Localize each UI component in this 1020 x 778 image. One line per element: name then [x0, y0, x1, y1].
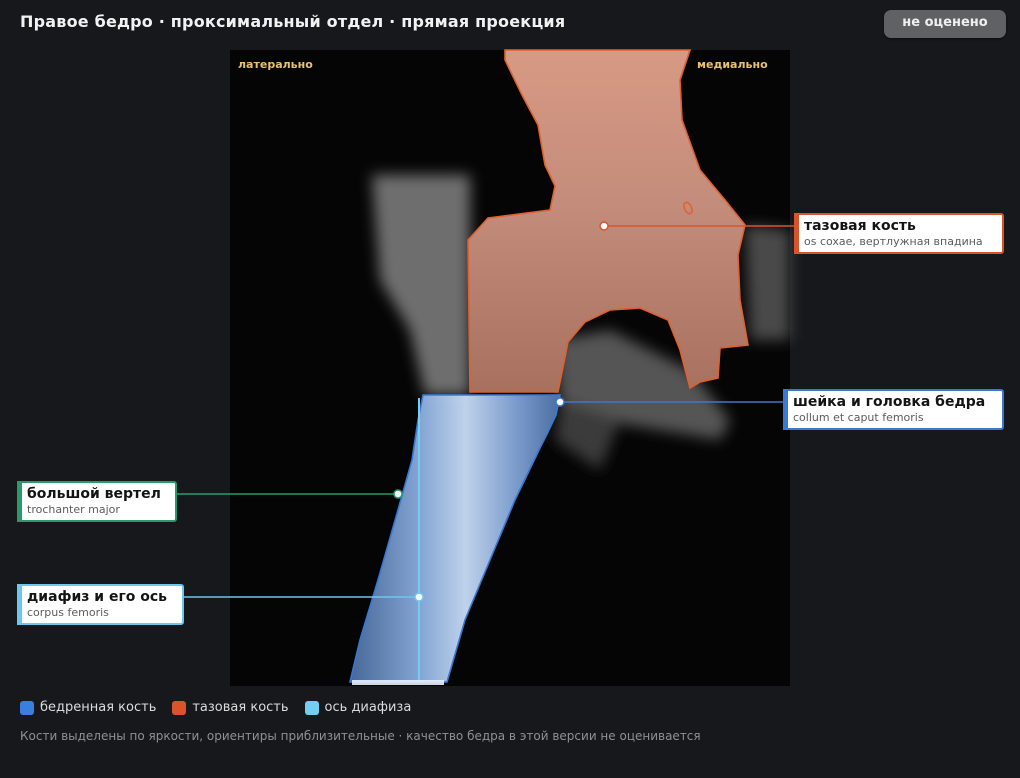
femur-swatch: [20, 700, 34, 715]
neck-landmark[interactable]: [555, 397, 565, 407]
trochanter-landmark[interactable]: [393, 489, 403, 499]
orientation-medial: медиально: [697, 58, 768, 71]
callout-neck[interactable]: шейка и головка бедра collum et caput fe…: [783, 389, 1004, 430]
callout-neck-latin: collum et caput femoris: [793, 411, 924, 424]
legend-item-axis: ось диафиза: [304, 700, 412, 715]
callout-pelvis-name: тазовая кость: [804, 218, 916, 234]
callout-trochanter[interactable]: большой вертел trochanter major: [17, 481, 177, 522]
legend-item-pelvis: тазовая кость: [172, 700, 289, 715]
legend-label-femur: бедренная кость: [40, 700, 157, 715]
shaft-base: [352, 680, 444, 685]
callout-trochanter-latin: trochanter major: [27, 503, 120, 516]
legend-label-pelvis: тазовая кость: [192, 700, 289, 715]
legend-item-femur: бедренная кость: [20, 700, 156, 715]
callout-pelvis[interactable]: тазовая кость os coxae, вертлужная впади…: [794, 213, 1004, 254]
orientation-lateral: латерально: [238, 58, 313, 71]
callout-trochanter-name: большой вертел: [27, 486, 161, 502]
callout-shaft[interactable]: диафиз и его ось corpus femoris: [17, 584, 184, 625]
callout-shaft-name: диафиз и его ось: [27, 589, 168, 605]
callout-neck-name: шейка и головка бедра: [793, 394, 986, 410]
footnote: Кости выделены по яркости, ориентиры при…: [20, 729, 701, 743]
callout-pelvis-latin: os coxae, вертлужная впадина: [804, 235, 983, 248]
pelvis-swatch: [172, 700, 187, 715]
legend: бедренная кость тазовая кость ось диафиз…: [20, 700, 411, 715]
axis-swatch: [304, 700, 319, 715]
callout-shaft-latin: corpus femoris: [27, 606, 109, 619]
legend-label-axis: ось диафиза: [324, 700, 412, 715]
shaft-landmark[interactable]: [414, 592, 424, 602]
pelvis-landmark[interactable]: [599, 221, 609, 231]
